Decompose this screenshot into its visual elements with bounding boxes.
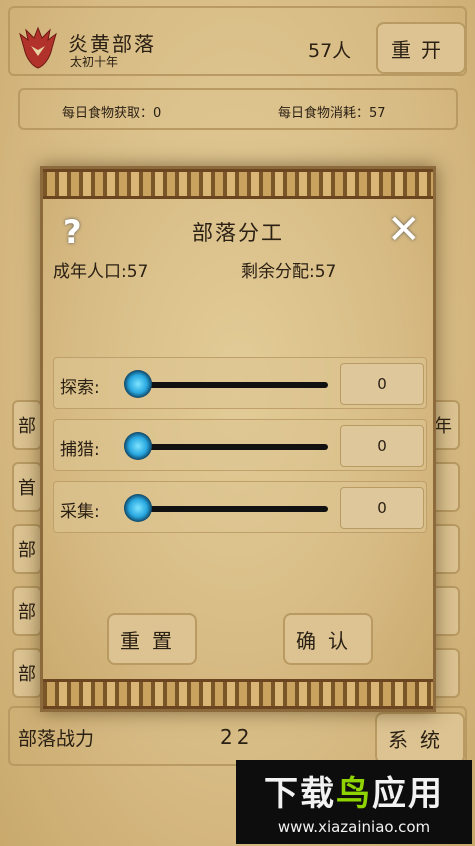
population-count: 57人 — [308, 40, 352, 62]
watermark-text-b: 鸟 — [336, 774, 372, 814]
horde-emblem-icon — [19, 26, 57, 69]
division-of-labor-dialog: ? 部落分工 ✕ 成年人口:57 剩余分配:57 探索: 0 捕猎: 0 采集:… — [40, 166, 436, 712]
watermark-text-c: 应用 — [372, 774, 444, 814]
hunt-slider-track[interactable] — [132, 444, 328, 450]
dialog-title: 部落分工 — [192, 221, 284, 245]
job-row-explore: 探索: 0 — [53, 357, 427, 409]
confirm-button[interactable]: 确认 — [283, 613, 373, 665]
reset-button[interactable]: 重置 — [107, 613, 197, 665]
job-row-gather: 采集: 0 — [53, 481, 427, 533]
watermark-logo-text: 下载鸟应用 — [236, 766, 472, 815]
side-button-left-3[interactable]: 部 — [12, 524, 42, 574]
hunt-value-field[interactable]: 0 — [340, 425, 424, 467]
restart-button[interactable]: 重开 — [376, 22, 466, 74]
watermark-text-a: 下载 — [264, 774, 336, 814]
site-watermark: 下载鸟应用 www.xiazainiao.com — [236, 760, 472, 844]
hunt-slider-knob[interactable] — [124, 432, 152, 460]
bottom-bar: 部落战力 22 系统 — [8, 706, 467, 766]
explore-value-field[interactable]: 0 — [340, 363, 424, 405]
system-button[interactable]: 系统 — [375, 712, 465, 764]
close-icon[interactable]: ✕ — [387, 207, 421, 253]
header-panel: 炎黄部落 太初十年 57人 重开 — [8, 6, 467, 76]
side-button-left-1[interactable]: 部 — [12, 400, 42, 450]
remaining-allocation: 剩余分配:57 — [241, 262, 337, 282]
daily-food-consumption: 每日食物消耗：57 — [278, 106, 386, 121]
fret-border-top — [43, 169, 433, 199]
tribe-power-value: 22 — [220, 725, 254, 749]
watermark-url: www.xiazainiao.com — [277, 818, 431, 836]
gather-value-field[interactable]: 0 — [340, 487, 424, 529]
job-label: 捕猎: — [60, 440, 100, 460]
explore-slider-track[interactable] — [132, 382, 328, 388]
explore-slider-knob[interactable] — [124, 370, 152, 398]
job-row-hunt: 捕猎: 0 — [53, 419, 427, 471]
tribe-power-label: 部落战力 — [18, 728, 95, 750]
gather-slider-knob[interactable] — [124, 494, 152, 522]
job-label: 探索: — [60, 378, 100, 398]
side-button-left-5[interactable]: 部 — [12, 648, 42, 698]
gather-slider-track[interactable] — [132, 506, 328, 512]
job-label: 采集: — [60, 502, 100, 522]
food-bar: 每日食物获取：0 每日食物消耗：57 — [18, 88, 458, 130]
fret-border-bottom — [43, 679, 433, 709]
daily-food-income: 每日食物获取：0 — [62, 106, 162, 121]
side-button-left-2[interactable]: 首 — [12, 462, 42, 512]
side-button-left-4[interactable]: 部 — [12, 586, 42, 636]
adult-population: 成年人口:57 — [53, 262, 149, 282]
era-label: 太初十年 — [70, 55, 119, 69]
